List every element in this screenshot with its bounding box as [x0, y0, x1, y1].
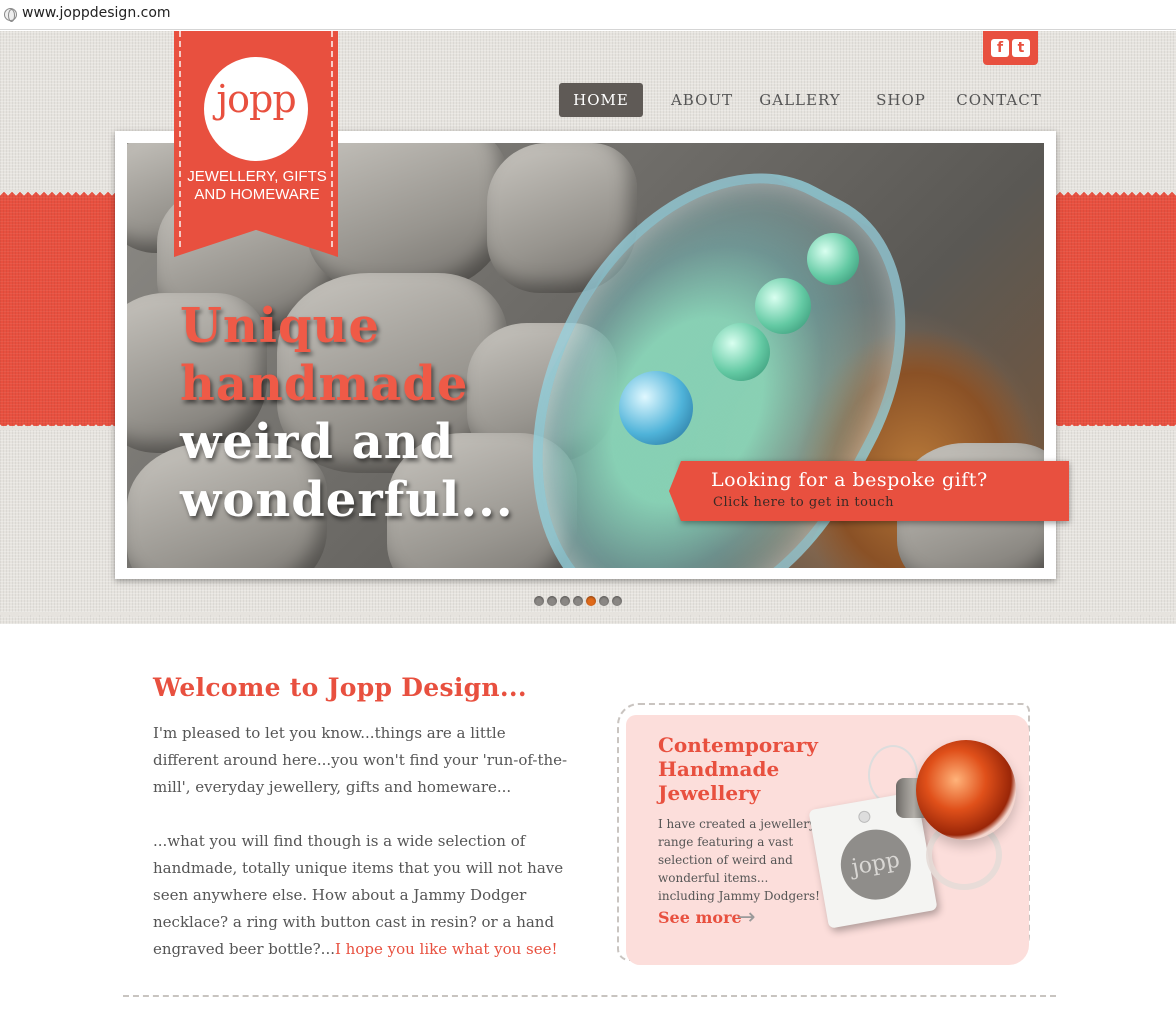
slider-dot[interactable] — [599, 596, 609, 606]
hero-headline: Unique handmade weird and wonderful... — [180, 297, 514, 529]
slider-dot[interactable] — [547, 596, 557, 606]
nav-home[interactable]: HOME — [559, 83, 643, 117]
welcome-paragraph-1: I'm pleased to let you know...things are… — [153, 724, 568, 796]
facebook-icon[interactable]: f — [991, 39, 1009, 57]
bespoke-cta-title: Looking for a bespoke gift? — [711, 469, 988, 491]
nav-about[interactable]: ABOUT — [666, 83, 738, 117]
social-links: f t — [983, 31, 1038, 65]
slider-dot[interactable] — [586, 596, 596, 606]
browser-address-bar[interactable]: www.joppdesign.com — [0, 0, 1176, 30]
welcome-highlight[interactable]: I hope you like what you see! — [335, 940, 558, 958]
bespoke-cta-subtitle: Click here to get in touch — [713, 495, 894, 510]
address-url[interactable]: www.joppdesign.com — [22, 5, 171, 21]
arrow-right-icon[interactable]: → — [737, 905, 755, 930]
see-more-link[interactable]: See more — [658, 908, 742, 927]
bespoke-gift-cta[interactable]: Looking for a bespoke gift? Click here t… — [669, 461, 1069, 521]
tag-logo: jopp — [835, 824, 917, 906]
welcome-paragraph-2: ...what you will find though is a wide s… — [153, 828, 573, 963]
hero-line-3: weird and — [180, 414, 455, 470]
slider-dot[interactable] — [534, 596, 544, 606]
twitter-icon[interactable]: t — [1012, 39, 1030, 57]
nav-shop[interactable]: SHOP — [872, 83, 930, 117]
logo-tagline: JEWELLERY, GIFTS AND HOMEWARE — [187, 168, 327, 203]
welcome-title: Welcome to Jopp Design... — [153, 673, 527, 702]
slider-pagination — [534, 596, 622, 606]
section-divider — [123, 995, 1056, 997]
slider-dot[interactable] — [560, 596, 570, 606]
hero-line-4: wonderful... — [180, 472, 514, 528]
header-torn-edge — [0, 612, 1176, 626]
promo-title: Contemporary Handmade Jewellery — [658, 733, 818, 805]
logo-badge[interactable]: jopp — [204, 57, 308, 161]
slider-dot[interactable] — [573, 596, 583, 606]
resin-ring-image — [916, 740, 1016, 840]
promo-text: I have created a jewellery range featuri… — [658, 817, 820, 903]
slider-dot[interactable] — [612, 596, 622, 606]
nav-contact[interactable]: CONTACT — [955, 83, 1043, 117]
hero-line-2: handmade — [180, 356, 469, 412]
hero-line-1: Unique — [180, 298, 380, 354]
globe-icon — [4, 8, 17, 22]
nav-gallery[interactable]: GALLERY — [757, 83, 843, 117]
logo-word: jopp — [216, 77, 296, 121]
